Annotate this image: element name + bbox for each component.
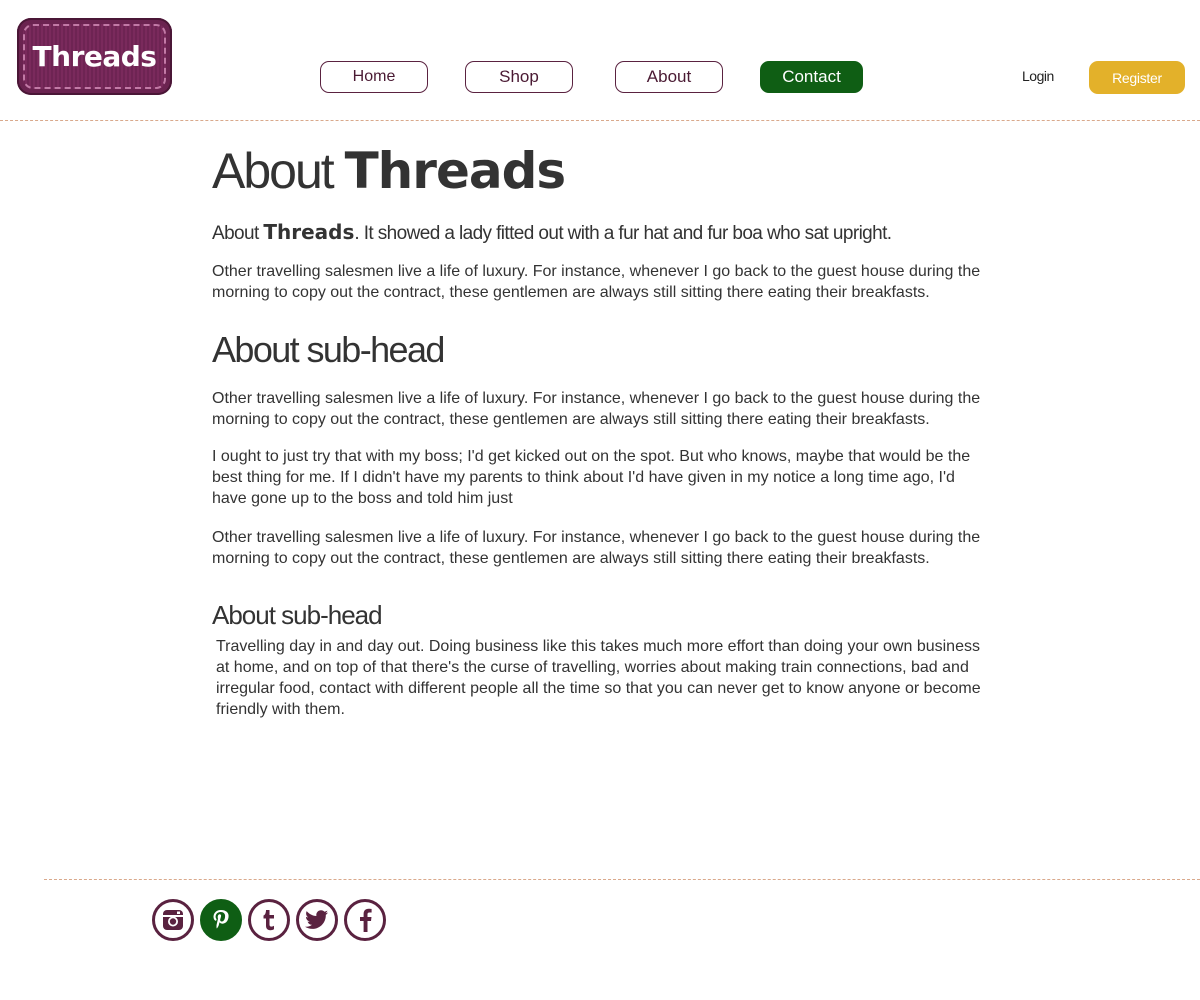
nav-shop-button[interactable]: Shop bbox=[465, 61, 573, 93]
intro-text: About Threads. It showed a lady fitted o… bbox=[212, 220, 987, 246]
facebook-icon[interactable] bbox=[344, 899, 386, 941]
paragraph-3: I ought to just try that with my boss; I… bbox=[212, 448, 971, 507]
header-divider bbox=[0, 120, 1200, 121]
pinterest-icon[interactable] bbox=[200, 899, 242, 941]
tumblr-icon[interactable] bbox=[248, 899, 290, 941]
page-title: About Threads bbox=[212, 140, 987, 202]
social-links bbox=[152, 899, 386, 941]
paragraph-4: Other travelling salesmen live a life of… bbox=[212, 529, 981, 567]
logo-text: Threads bbox=[32, 40, 157, 73]
nav-home-button[interactable]: Home bbox=[320, 61, 428, 93]
intro-brand: Threads bbox=[263, 220, 355, 244]
paragraph-5: Travelling day in and day out. Doing bus… bbox=[216, 638, 981, 718]
twitter-icon[interactable] bbox=[296, 899, 338, 941]
register-button[interactable]: Register bbox=[1089, 61, 1185, 94]
page-title-brand: Threads bbox=[344, 142, 567, 200]
footer-divider bbox=[44, 879, 1200, 880]
nav-about-button[interactable]: About bbox=[615, 61, 723, 93]
instagram-icon[interactable] bbox=[152, 899, 194, 941]
login-link[interactable]: Login bbox=[1022, 68, 1062, 88]
subhead-2: About sub-head bbox=[212, 600, 383, 630]
subhead-1: About sub-head bbox=[212, 329, 445, 370]
main-content: About Threads About Threads. It showed a… bbox=[212, 140, 987, 720]
page-title-prefix: About bbox=[212, 143, 335, 199]
logo-badge: Threads bbox=[23, 24, 166, 89]
paragraph-1: Other travelling salesmen live a life of… bbox=[212, 263, 981, 301]
paragraph-2: Other travelling salesmen live a life of… bbox=[212, 390, 981, 428]
intro-suffix: . It showed a lady fitted out with a fur… bbox=[354, 223, 892, 244]
nav-contact-button[interactable]: Contact bbox=[760, 61, 863, 93]
intro-prefix: About bbox=[212, 223, 259, 244]
logo[interactable]: Threads bbox=[17, 18, 172, 95]
